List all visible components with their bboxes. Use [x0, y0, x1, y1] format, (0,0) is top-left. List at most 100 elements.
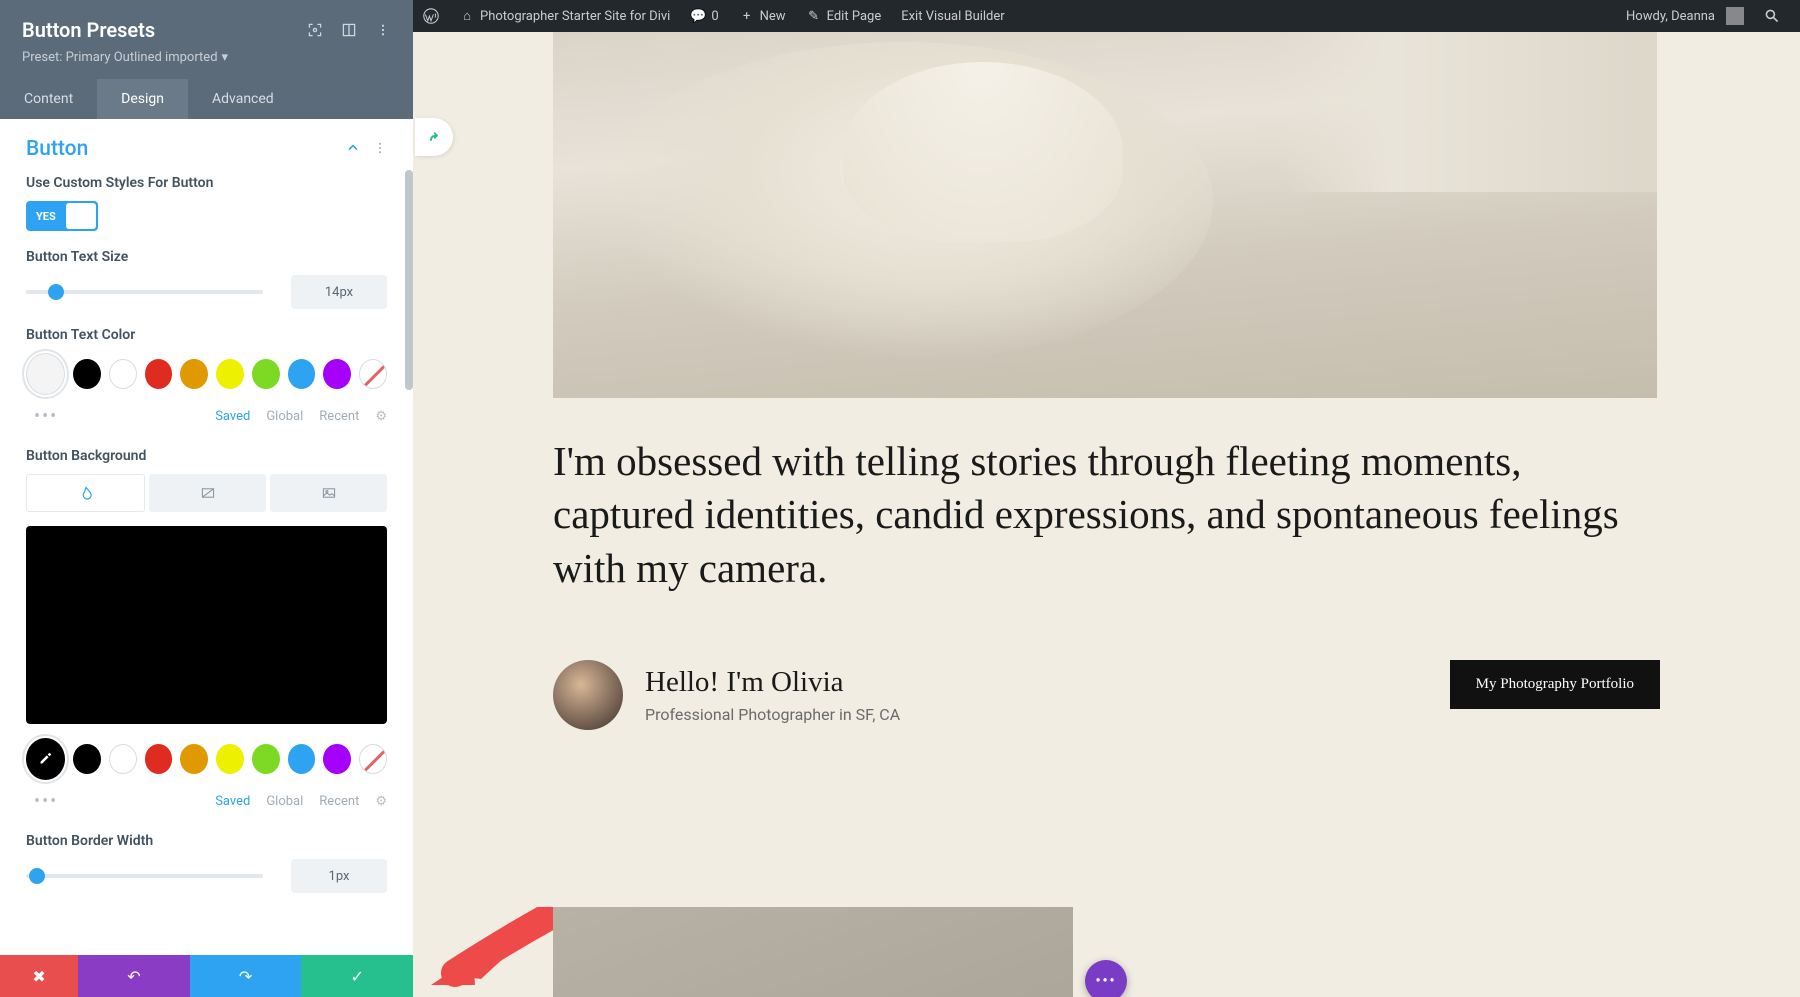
- sidebar-footer: ✖ ↶ ↷ ✓: [0, 955, 413, 997]
- preset-dropdown[interactable]: Preset: Primary Outlined imported ▾: [22, 50, 391, 65]
- swatch-bg-red[interactable]: [145, 744, 173, 774]
- chevron-down-icon: ▾: [222, 50, 229, 65]
- border-width-value[interactable]: 1px: [291, 859, 387, 893]
- save-button[interactable]: ✓: [301, 955, 413, 997]
- swatch-lime[interactable]: [252, 359, 280, 389]
- focus-icon[interactable]: [307, 22, 323, 38]
- portfolio-button[interactable]: My Photography Portfolio: [1450, 660, 1660, 709]
- swatch-bg-tab-global[interactable]: Global: [266, 794, 303, 809]
- hero-image: [553, 32, 1657, 398]
- exit-vb-label: Exit Visual Builder: [901, 9, 1004, 24]
- settings-tabs: Content Design Advanced: [0, 79, 413, 119]
- background-preview[interactable]: [26, 526, 387, 724]
- slider-text-size[interactable]: [26, 290, 263, 294]
- swatch-bg-yellow[interactable]: [216, 744, 244, 774]
- text-size-value[interactable]: 14px: [291, 275, 387, 309]
- label-background: Button Background: [26, 448, 387, 464]
- swatch-bg-lime[interactable]: [252, 744, 280, 774]
- tab-content[interactable]: Content: [0, 79, 97, 119]
- swatch-bg-more[interactable]: •••: [26, 788, 66, 815]
- new-menu[interactable]: + New: [729, 0, 796, 32]
- module-fab[interactable]: •••: [1085, 960, 1127, 997]
- author-block: Hello! I'm Olivia Professional Photograp…: [553, 660, 900, 730]
- slider-border-thumb[interactable]: [29, 868, 45, 884]
- comments-menu[interactable]: 💬0: [680, 0, 728, 32]
- exit-vb-link[interactable]: Exit Visual Builder: [891, 0, 1014, 32]
- user-avatar-icon: [1726, 7, 1744, 25]
- toggle-yes-label: YES: [26, 210, 56, 223]
- secondary-image: [553, 907, 1073, 997]
- swatch-bg-purple[interactable]: [323, 744, 351, 774]
- swatch-tab-recent[interactable]: Recent: [319, 409, 359, 424]
- swatch-bg-black[interactable]: [73, 744, 101, 774]
- user-menu[interactable]: Howdy, Deanna: [1616, 0, 1754, 32]
- tab-design[interactable]: Design: [97, 79, 188, 119]
- author-subtitle: Professional Photographer in SF, CA: [645, 705, 900, 724]
- author-greeting: Hello! I'm Olivia: [645, 666, 900, 699]
- sidebar-title: Button Presets: [22, 18, 307, 42]
- section-collapse-toggle[interactable]: [345, 140, 363, 158]
- undo-button[interactable]: ↶: [78, 955, 190, 997]
- swatch-more[interactable]: •••: [26, 403, 66, 430]
- panel-expand-tab[interactable]: [415, 118, 453, 156]
- slider-border-width[interactable]: [26, 874, 263, 878]
- section-menu-icon[interactable]: [373, 140, 387, 159]
- swatch-purple[interactable]: [323, 359, 351, 389]
- redo-button[interactable]: ↷: [190, 955, 302, 997]
- wordpress-icon: [423, 8, 439, 24]
- swatch-settings-icon[interactable]: ⚙: [375, 409, 387, 424]
- label-text-size: Button Text Size: [26, 249, 387, 265]
- panel-scrollbar[interactable]: [405, 170, 413, 390]
- preset-label: Preset: Primary Outlined imported: [22, 50, 218, 65]
- howdy-label: Howdy, Deanna: [1626, 9, 1715, 24]
- label-custom-styles: Use Custom Styles For Button: [26, 175, 387, 191]
- edit-page-link[interactable]: ✎Edit Page: [796, 0, 892, 32]
- swatch-bg-orange[interactable]: [180, 744, 208, 774]
- search-toggle[interactable]: [1754, 0, 1790, 32]
- swatch-bg-blue[interactable]: [288, 744, 316, 774]
- bg-type-color[interactable]: [26, 474, 145, 512]
- swatch-bg-white[interactable]: [109, 744, 137, 774]
- swatch-bg-settings-icon[interactable]: ⚙: [375, 794, 387, 809]
- toggle-custom-styles[interactable]: YES: [26, 201, 98, 231]
- author-avatar: [553, 660, 623, 730]
- swatch-orange[interactable]: [180, 359, 208, 389]
- swatch-current-textcolor[interactable]: [26, 353, 65, 395]
- search-icon: [1764, 8, 1780, 24]
- toggle-knob: [66, 203, 96, 229]
- swatch-bg-tab-recent[interactable]: Recent: [319, 794, 359, 809]
- swatch-yellow[interactable]: [216, 359, 244, 389]
- site-name: Photographer Starter Site for Divi: [480, 9, 670, 24]
- bg-type-gradient[interactable]: [149, 474, 266, 512]
- swatch-bg-transparent[interactable]: [359, 744, 387, 774]
- text-color-swatches: [26, 353, 387, 395]
- swatch-tab-global[interactable]: Global: [266, 409, 303, 424]
- site-name-menu[interactable]: ⌂Photographer Starter Site for Divi: [449, 0, 680, 32]
- swatch-eyedropper[interactable]: [26, 738, 65, 780]
- wp-logo-menu[interactable]: [413, 0, 449, 32]
- redo-icon: ↷: [239, 967, 252, 986]
- swatch-red[interactable]: [145, 359, 173, 389]
- slider-thumb[interactable]: [48, 284, 64, 300]
- expand-arrow-icon: [425, 128, 443, 146]
- ellipsis-icon: •••: [1095, 973, 1116, 989]
- swatch-blue[interactable]: [288, 359, 316, 389]
- settings-sidebar: Button Presets Preset: Primary Outlined …: [0, 0, 413, 997]
- panel-body: Button Use Custom Styles For Button YES …: [0, 119, 413, 955]
- swatch-transparent[interactable]: [359, 359, 387, 389]
- swatch-tab-saved[interactable]: Saved: [215, 409, 250, 424]
- columns-icon[interactable]: [341, 22, 357, 38]
- plus-icon: +: [739, 8, 755, 24]
- new-label: New: [760, 9, 786, 24]
- section-title-button[interactable]: Button: [26, 137, 345, 161]
- swatch-black[interactable]: [73, 359, 101, 389]
- tab-advanced[interactable]: Advanced: [188, 79, 298, 119]
- more-icon[interactable]: [375, 22, 391, 38]
- label-text-color: Button Text Color: [26, 327, 387, 343]
- swatch-white[interactable]: [109, 359, 137, 389]
- check-icon: ✓: [351, 967, 364, 986]
- swatch-bg-tab-saved[interactable]: Saved: [215, 794, 250, 809]
- undo-icon: ↶: [127, 967, 140, 986]
- bg-type-image[interactable]: [270, 474, 387, 512]
- cancel-button[interactable]: ✖: [0, 955, 78, 997]
